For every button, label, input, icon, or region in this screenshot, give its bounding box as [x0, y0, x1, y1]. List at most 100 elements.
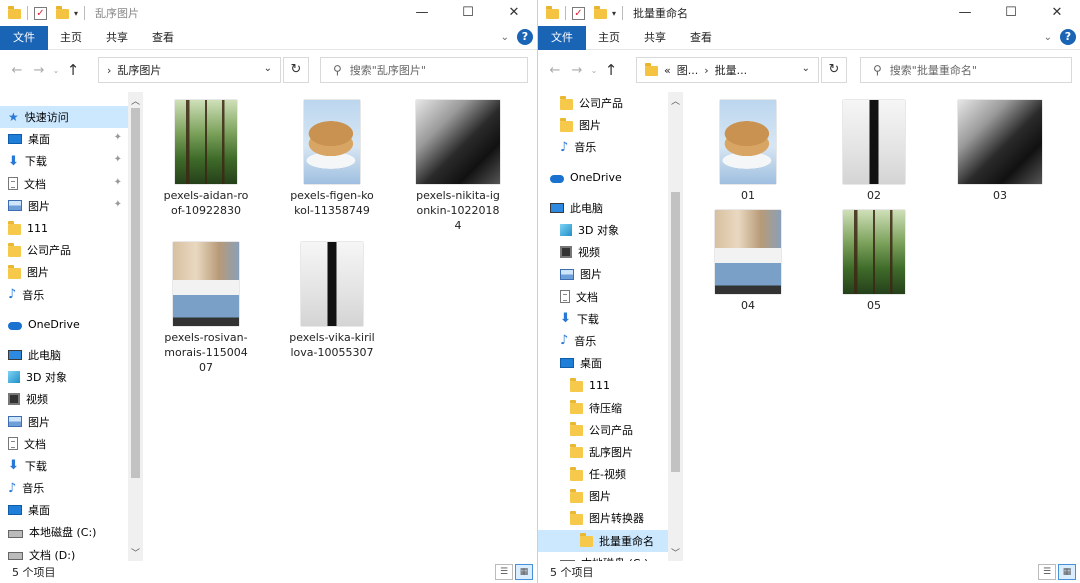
address-dropdown-icon[interactable]: ⌄ [802, 63, 810, 74]
scroll-up-icon[interactable]: ︿ [128, 94, 143, 107]
breadcrumb-chevron-icon[interactable]: › [107, 64, 111, 77]
file-item[interactable]: 04 [703, 210, 793, 313]
nav-item[interactable]: 3D 对象 [538, 219, 668, 241]
back-button[interactable]: ← [6, 63, 28, 78]
address-bar[interactable]: « 图... › 批量... ⌄ [636, 57, 819, 83]
close-button[interactable]: ✕ [1034, 0, 1080, 26]
nav-item[interactable]: 文档 [0, 433, 128, 455]
nav-item[interactable]: ⬇ 下载 ✦ [0, 150, 128, 172]
refresh-button[interactable]: ↻ [821, 57, 847, 83]
close-button[interactable]: ✕ [491, 0, 537, 26]
nav-item[interactable]: ♪ 音乐 [0, 284, 128, 306]
refresh-button[interactable]: ↻ [283, 57, 309, 83]
nav-item[interactable]: ⬇ 下载 [0, 455, 128, 477]
nav-item[interactable]: 图片 [538, 114, 668, 136]
maximize-button[interactable]: ☐ [445, 0, 491, 26]
nav-item[interactable]: 111 [0, 217, 128, 239]
scroll-down-icon[interactable]: ﹀ [668, 546, 683, 559]
properties-icon[interactable]: ✓ [34, 6, 47, 20]
nav-item[interactable]: 本地磁盘 (C:) [0, 521, 128, 543]
nav-item[interactable]: 文档 ✦ [0, 173, 128, 195]
breadcrumb-item[interactable]: 批量... [715, 62, 748, 78]
nav-item[interactable]: 任-视频 [538, 463, 668, 485]
nav-item[interactable]: ★ 快速访问 [0, 106, 128, 129]
large-icons-view-icon[interactable]: ▦ [1058, 564, 1076, 580]
back-button[interactable]: ← [544, 63, 566, 78]
tab-file[interactable]: 文件 [538, 25, 586, 50]
minimize-button[interactable]: — [399, 0, 445, 26]
expand-ribbon-icon[interactable]: ⌄ [1044, 32, 1052, 43]
scroll-up-icon[interactable]: ︿ [668, 94, 683, 107]
maximize-button[interactable]: ☐ [988, 0, 1034, 26]
up-button[interactable]: ↑ [62, 61, 84, 79]
nav-item[interactable]: 批量重命名 [538, 529, 668, 552]
breadcrumb-item[interactable]: 图... [677, 62, 699, 78]
address-bar[interactable]: › 乱序图片 ⌄ [98, 57, 281, 83]
nav-item[interactable]: ♪ 音乐 [538, 136, 668, 158]
nav-item[interactable]: 图片 [538, 263, 668, 285]
details-view-icon[interactable]: ☰ [1038, 564, 1056, 580]
forward-button[interactable]: → [566, 63, 588, 78]
breadcrumb-item[interactable]: 乱序图片 [117, 62, 161, 78]
tab-view[interactable]: 查看 [678, 26, 724, 50]
file-item[interactable]: 03 [955, 100, 1045, 203]
file-item[interactable]: pexels-nikita-igonkin-10220184 [415, 100, 501, 233]
new-folder-icon[interactable] [56, 6, 69, 19]
nav-item[interactable]: 公司产品 [538, 92, 668, 114]
title-bar[interactable]: ✓ ▾ 乱序图片 — ☐ ✕ [0, 0, 537, 26]
tab-view[interactable]: 查看 [140, 26, 186, 50]
nav-item[interactable]: ⬇ 下载 [538, 308, 668, 330]
customize-toolbar-icon[interactable]: ▾ [612, 9, 616, 18]
expand-ribbon-icon[interactable]: ⌄ [501, 32, 509, 43]
minimize-button[interactable]: — [942, 0, 988, 26]
file-item[interactable]: pexels-rosivan-morais-11500407 [163, 242, 249, 375]
file-item[interactable]: 02 [829, 100, 919, 203]
nav-item[interactable]: OneDrive [538, 167, 668, 189]
nav-item[interactable]: 桌面 [0, 499, 128, 521]
navigation-scrollbar[interactable]: ︿ ﹀ [668, 92, 683, 561]
title-bar[interactable]: ✓ ▾ 批量重命名 — ☐ ✕ [538, 0, 1080, 26]
nav-item[interactable]: 公司产品 [538, 419, 668, 441]
tab-home[interactable]: 主页 [48, 26, 94, 50]
customize-toolbar-icon[interactable]: ▾ [74, 9, 78, 18]
nav-item[interactable]: 图片转换器 [538, 507, 668, 529]
nav-item[interactable]: ♪ 音乐 [0, 477, 128, 499]
nav-item[interactable]: 文档 [538, 286, 668, 308]
scroll-thumb[interactable] [671, 192, 680, 472]
file-item[interactable]: 05 [829, 210, 919, 313]
nav-item[interactable]: 此电脑 [538, 197, 668, 219]
nav-item[interactable]: 111 [538, 374, 668, 396]
nav-item[interactable]: 桌面 [538, 352, 668, 374]
tab-home[interactable]: 主页 [586, 26, 632, 50]
scroll-down-icon[interactable]: ﹀ [128, 546, 143, 559]
address-dropdown-icon[interactable]: ⌄ [264, 63, 272, 74]
large-icons-view-icon[interactable]: ▦ [515, 564, 533, 580]
recent-locations-button[interactable]: ⌄ [50, 66, 62, 75]
nav-item[interactable]: 图片 ✦ [0, 195, 128, 217]
nav-item[interactable]: 待压缩 [538, 396, 668, 418]
nav-item[interactable]: 图片 [0, 261, 128, 283]
breadcrumb-chevron-icon[interactable]: › [704, 64, 708, 77]
nav-item[interactable]: 文档 (D:) [0, 544, 128, 561]
nav-item[interactable]: 图片 [0, 410, 128, 432]
nav-item[interactable]: 视频 [538, 241, 668, 263]
help-icon[interactable]: ? [1060, 29, 1076, 45]
file-item[interactable]: pexels-aidan-roof-10922830 [163, 100, 249, 218]
nav-item[interactable]: 本地磁盘 (C:) [538, 552, 668, 561]
nav-item[interactable]: 此电脑 [0, 344, 128, 366]
navigation-scrollbar[interactable]: ︿ ﹀ [128, 92, 143, 561]
tab-share[interactable]: 共享 [632, 26, 678, 50]
nav-item[interactable]: OneDrive [0, 314, 128, 336]
help-icon[interactable]: ? [517, 29, 533, 45]
file-item[interactable]: 01 [703, 100, 793, 203]
new-folder-icon[interactable] [594, 6, 607, 19]
nav-item[interactable]: 视频 [0, 388, 128, 410]
recent-locations-button[interactable]: ⌄ [588, 66, 600, 75]
file-item[interactable]: pexels-figen-kokol-11358749 [289, 100, 375, 218]
nav-item[interactable]: 乱序图片 [538, 441, 668, 463]
scroll-thumb[interactable] [131, 108, 140, 478]
details-view-icon[interactable]: ☰ [495, 564, 513, 580]
nav-item[interactable]: 桌面 ✦ [0, 128, 128, 150]
nav-item[interactable]: ♪ 音乐 [538, 330, 668, 352]
up-button[interactable]: ↑ [600, 61, 622, 79]
